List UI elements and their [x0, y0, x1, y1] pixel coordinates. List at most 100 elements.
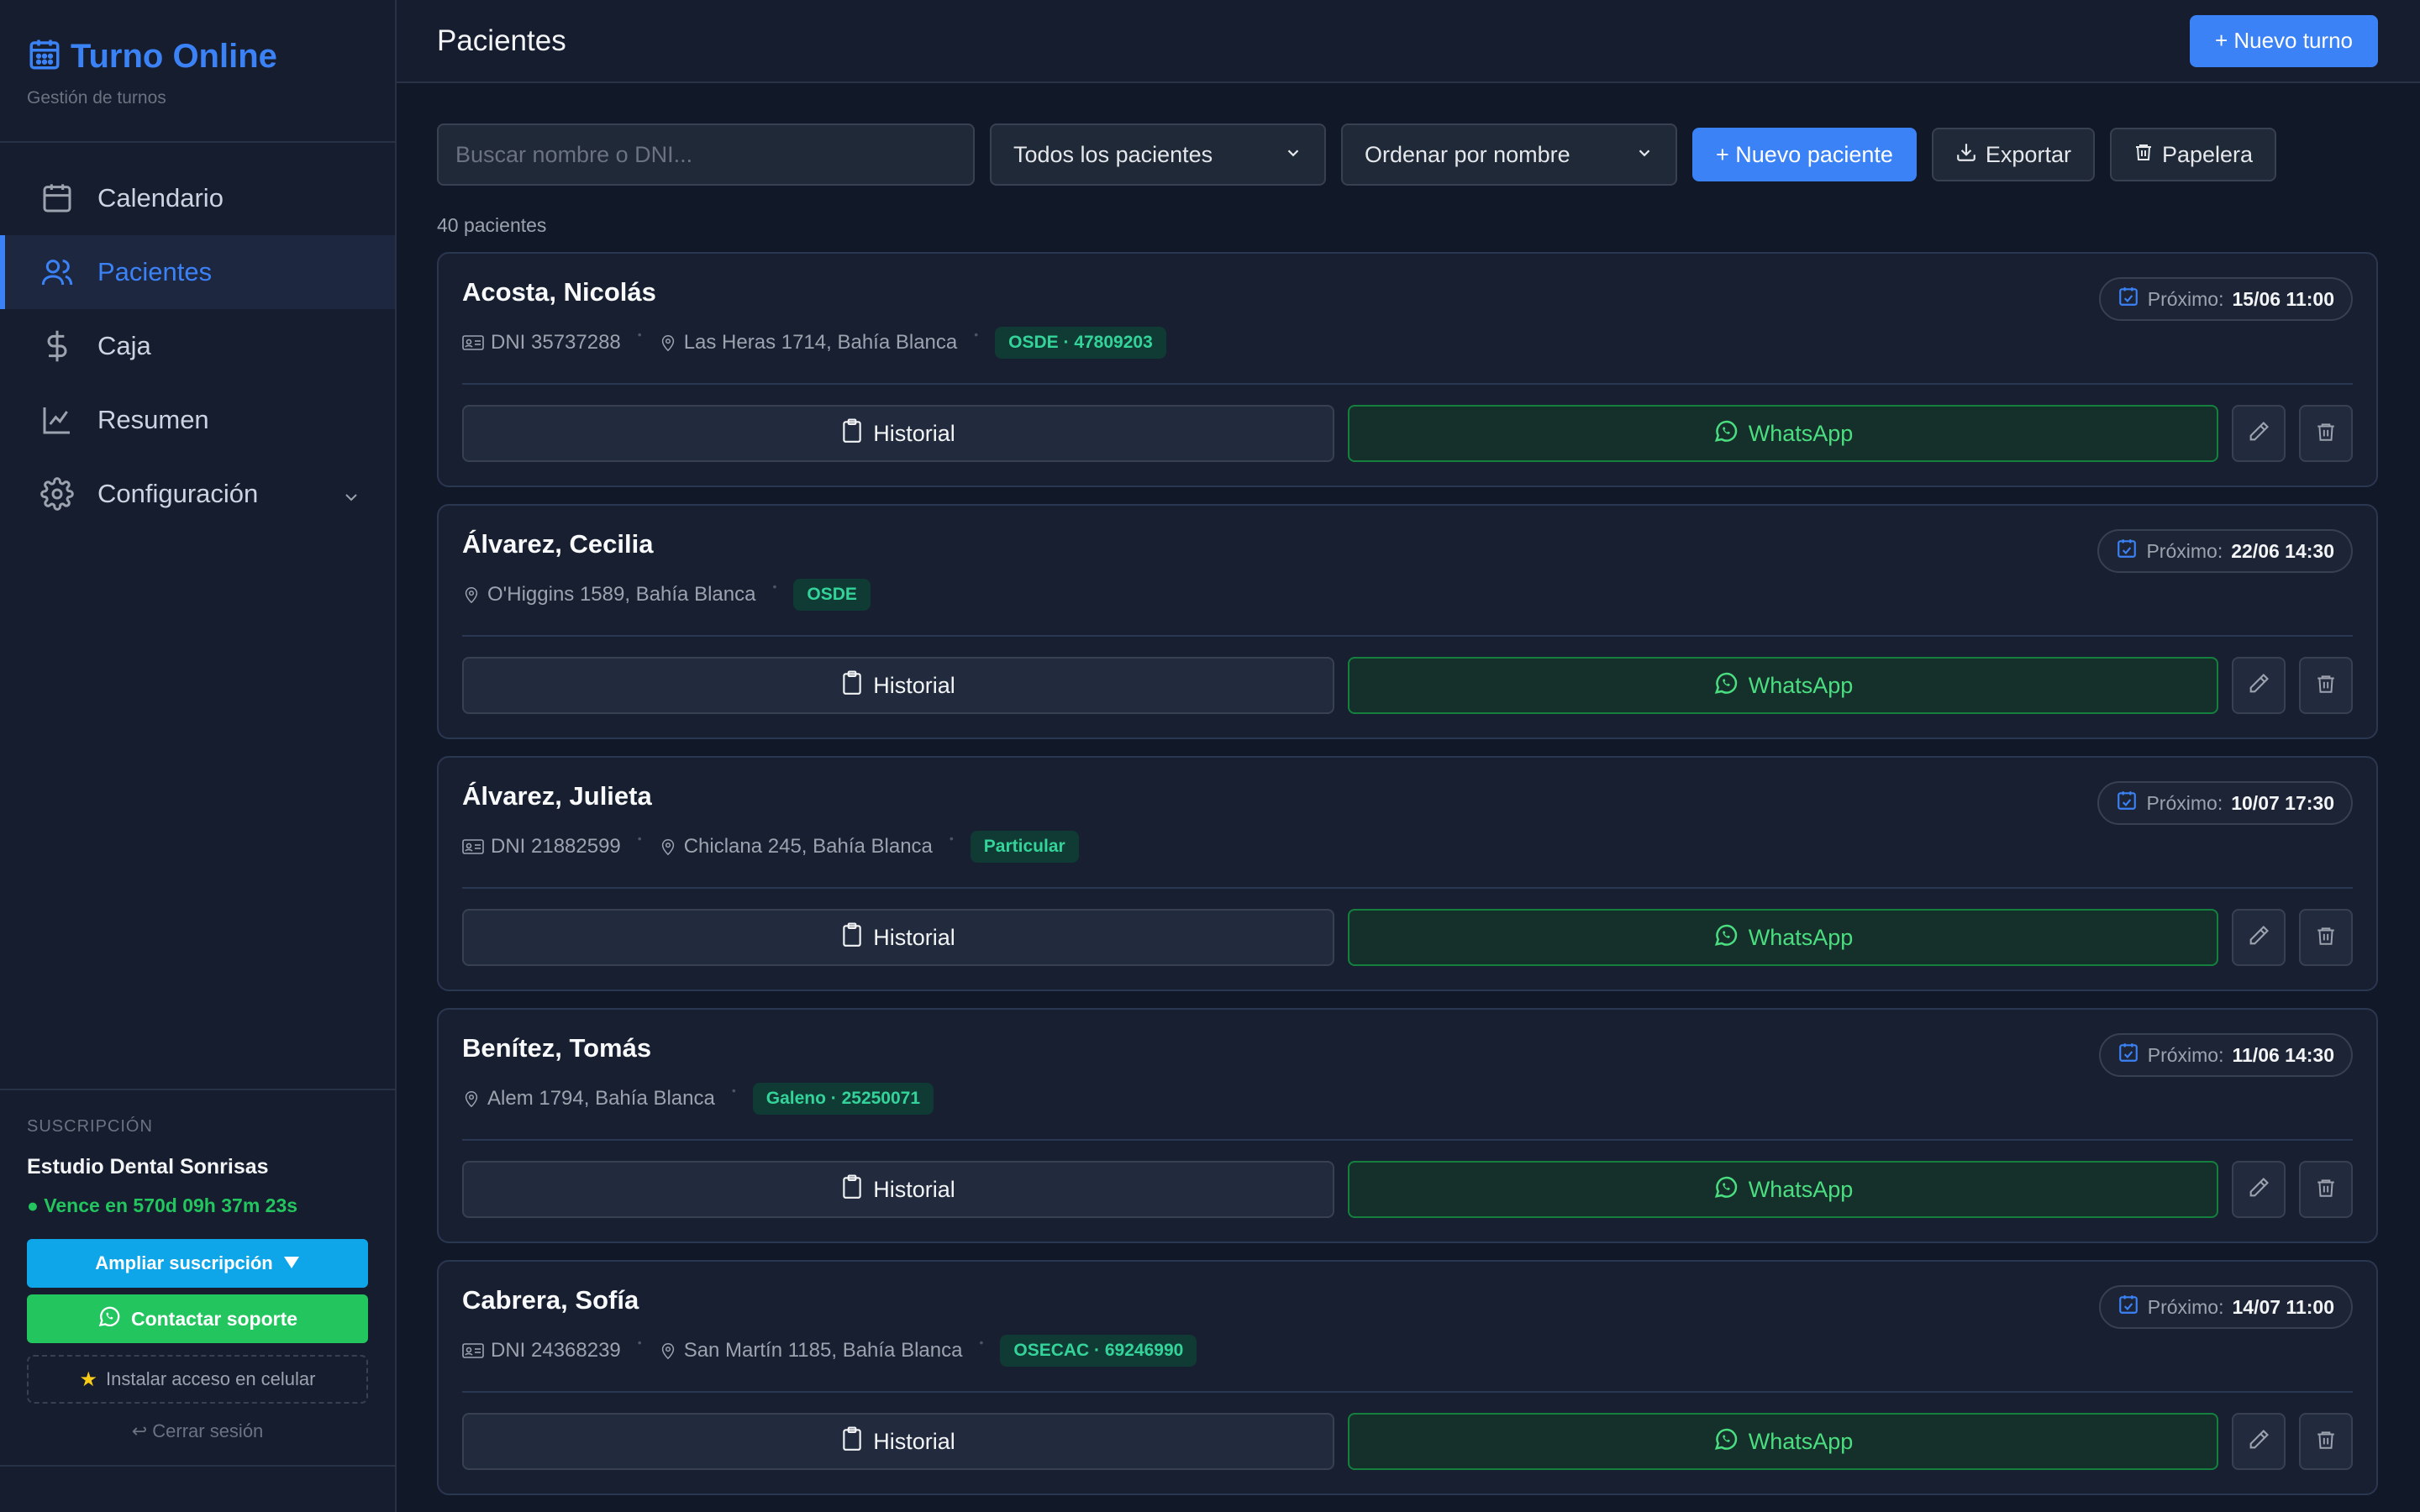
patient-count: 40 pacientes	[437, 214, 547, 236]
brand-row[interactable]: Turno Online	[27, 37, 368, 76]
patient-card: Álvarez, Julieta DNI 21882599 • Chiclana…	[437, 756, 2378, 991]
map-pin-icon	[659, 332, 677, 354]
edit-button[interactable]	[2232, 1161, 2286, 1218]
whatsapp-button[interactable]: WhatsApp	[1348, 909, 2218, 966]
dni-group: DNI 21882599 •	[462, 832, 659, 858]
edit-button[interactable]	[2232, 1413, 2286, 1470]
trash-icon	[2315, 672, 2337, 700]
patient-card: Álvarez, Cecilia • O'Higgins 1589, Bahía…	[437, 504, 2378, 739]
next-appointment-pill[interactable]: Próximo: 15/06 11:00	[2098, 277, 2353, 321]
next-appointment-pill[interactable]: Próximo: 14/07 11:00	[2098, 1285, 2353, 1329]
sidebar-bottom-divider	[0, 1465, 395, 1467]
new-turn-button[interactable]: + Nuevo turno	[2189, 14, 2378, 67]
clipboard-icon	[841, 922, 863, 953]
patient-name[interactable]: Acosta, Nicolás	[462, 277, 2353, 307]
id-card-icon	[462, 1342, 484, 1359]
patient-filter-select[interactable]: Todos los pacientes	[990, 123, 1326, 186]
calendar-grid-icon	[27, 37, 62, 76]
clipboard-icon	[841, 1426, 863, 1457]
whatsapp-button[interactable]: WhatsApp	[1348, 1161, 2218, 1218]
whatsapp-button[interactable]: WhatsApp	[1348, 1413, 2218, 1470]
download-icon	[1955, 141, 1977, 169]
next-label: Próximo:	[2147, 1295, 2224, 1318]
sidebar-item-pacientes[interactable]: Pacientes	[0, 235, 395, 309]
caret-down-icon	[283, 1252, 300, 1274]
whatsapp-label: WhatsApp	[1748, 672, 1854, 698]
history-button[interactable]: Historial	[462, 1413, 1334, 1470]
delete-button[interactable]	[2299, 405, 2353, 462]
card-actions: Historial WhatsApp	[462, 909, 2353, 966]
meta-separator: •	[974, 328, 979, 341]
history-label: Historial	[873, 672, 955, 698]
sidebar-item-resumen[interactable]: Resumen	[0, 383, 395, 457]
edit-button[interactable]	[2232, 657, 2286, 714]
delete-button[interactable]	[2299, 909, 2353, 966]
sidebar-item-configuracion[interactable]: Configuración	[0, 457, 395, 531]
patient-list: Acosta, Nicolás DNI 35737288 • Las Heras…	[437, 252, 2378, 1495]
sort-select[interactable]: Ordenar por nombre	[1341, 123, 1677, 186]
edit-button[interactable]	[2232, 405, 2286, 462]
logout-link[interactable]: ↩ Cerrar sesión	[27, 1420, 368, 1442]
insurance-badge: OSDE · 47809203	[995, 327, 1166, 359]
whatsapp-label: WhatsApp	[1748, 1428, 1854, 1454]
map-pin-icon	[462, 1088, 481, 1110]
new-patient-button[interactable]: + Nuevo paciente	[1692, 128, 1917, 181]
patient-card: Cabrera, Sofía DNI 24368239 • San Martín…	[437, 1260, 2378, 1495]
dni-group: DNI 24368239 •	[462, 1336, 659, 1362]
next-appointment-pill[interactable]: Próximo: 10/07 17:30	[2097, 781, 2353, 825]
whatsapp-button[interactable]: WhatsApp	[1348, 405, 2218, 462]
search-input[interactable]	[437, 123, 975, 186]
calendar-check-icon	[2118, 1294, 2139, 1320]
sidebar-item-label: Pacientes	[97, 257, 213, 286]
page-header: Pacientes + Nuevo turno	[397, 0, 2420, 83]
delete-button[interactable]	[2299, 657, 2353, 714]
delete-button[interactable]	[2299, 1413, 2353, 1470]
whatsapp-icon	[1713, 1174, 1739, 1205]
whatsapp-icon	[1713, 670, 1739, 701]
history-button[interactable]: Historial	[462, 1161, 1334, 1218]
history-button[interactable]: Historial	[462, 657, 1334, 714]
id-card-icon	[462, 838, 484, 855]
chart-icon	[39, 402, 76, 438]
insurance-badge: Particular	[970, 831, 1079, 863]
toolbar: Todos los pacientes Ordenar por nombre +…	[437, 123, 2378, 186]
contact-support-button[interactable]: Contactar soporte	[27, 1294, 368, 1343]
sidebar-item-calendario[interactable]: Calendario	[0, 161, 395, 235]
patient-dni: DNI 21882599	[491, 835, 621, 858]
card-actions: Historial WhatsApp	[462, 1413, 2353, 1470]
sidebar-nav: Calendario Pacientes Caja Resumen Config…	[0, 143, 395, 531]
star-icon: ★	[79, 1368, 98, 1391]
chevron-down-icon[interactable]	[341, 484, 361, 514]
patient-address: Alem 1794, Bahía Blanca	[487, 1087, 715, 1110]
patient-name[interactable]: Cabrera, Sofía	[462, 1285, 2353, 1315]
patient-name[interactable]: Benítez, Tomás	[462, 1033, 2353, 1063]
card-actions: Historial WhatsApp	[462, 657, 2353, 714]
patient-dni: DNI 24368239	[491, 1339, 621, 1362]
sidebar-item-label: Caja	[97, 331, 151, 360]
patient-name[interactable]: Álvarez, Cecilia	[462, 529, 2353, 559]
history-button[interactable]: Historial	[462, 405, 1334, 462]
patient-name[interactable]: Álvarez, Julieta	[462, 781, 2353, 811]
sidebar-item-caja[interactable]: Caja	[0, 309, 395, 383]
pencil-icon	[2247, 1428, 2270, 1456]
whatsapp-button[interactable]: WhatsApp	[1348, 657, 2218, 714]
upgrade-subscription-button[interactable]: Ampliar suscripción	[27, 1239, 368, 1288]
whatsapp-icon	[1713, 418, 1739, 449]
subscription-expiry: ● Vence en 570d 09h 37m 23s	[27, 1194, 298, 1216]
patient-meta: DNI 21882599 • Chiclana 245, Bahía Blanc…	[462, 830, 2353, 864]
export-label: Exportar	[1985, 141, 2071, 167]
card-actions: Historial WhatsApp	[462, 1161, 2353, 1218]
next-appointment-pill[interactable]: Próximo: 22/06 14:30	[2097, 529, 2353, 573]
brand: Turno Online Gestión de turnos	[0, 0, 395, 143]
edit-button[interactable]	[2232, 909, 2286, 966]
export-button[interactable]: Exportar	[1931, 128, 2095, 181]
subscription-name: Estudio Dental Sonrisas	[27, 1155, 269, 1179]
map-pin-icon	[659, 1340, 677, 1362]
history-button[interactable]: Historial	[462, 909, 1334, 966]
next-appointment-pill[interactable]: Próximo: 11/06 14:30	[2098, 1033, 2353, 1077]
trash-bin-button[interactable]: Papelera	[2109, 128, 2277, 181]
delete-button[interactable]	[2299, 1161, 2353, 1218]
calendar-check-icon	[2118, 286, 2139, 312]
install-app-button[interactable]: ★ Instalar acceso en celular	[27, 1355, 368, 1404]
whatsapp-icon	[1713, 1426, 1739, 1457]
